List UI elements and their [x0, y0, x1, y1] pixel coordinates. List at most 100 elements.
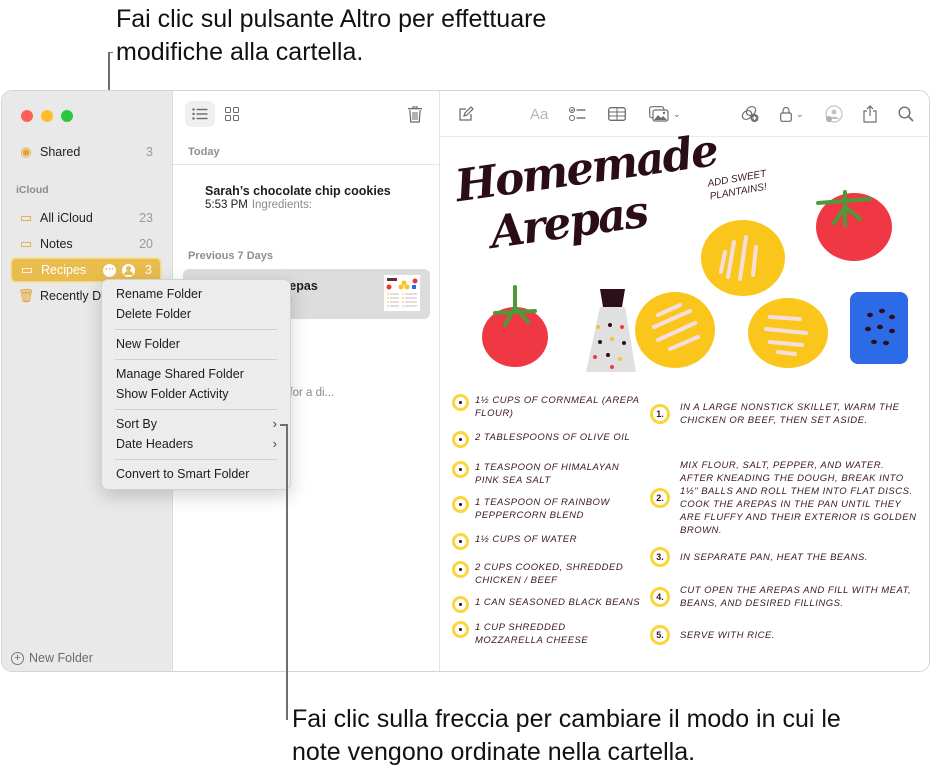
sidebar-item-notes[interactable]: ▭ Notes 20 [11, 232, 161, 256]
bullet-icon [452, 596, 469, 613]
ingredient-item: 1 teaspoon of Himalayan pink sea salt [452, 461, 645, 487]
trash-icon: 🗑 [17, 288, 35, 303]
step-item: 1. In a large nonstick skillet, warm the … [650, 401, 900, 427]
new-folder-label: New Folder [29, 651, 93, 665]
plus-circle-icon: + [11, 651, 24, 665]
more-button[interactable]: ··· [103, 263, 116, 277]
close-button[interactable] [21, 110, 33, 122]
search-icon[interactable] [898, 104, 914, 124]
ingredient-item: 1 cup shredded mozzarella cheese [452, 621, 615, 647]
section-header-today: Today [188, 146, 220, 158]
trash-icon [408, 105, 422, 123]
menu-item-new-folder[interactable]: New Folder [102, 334, 290, 354]
beans-can-drawing [850, 292, 908, 364]
note-thumbnail [383, 274, 421, 312]
folder-icon: ▭ [19, 236, 33, 251]
note-drawing [482, 190, 908, 372]
chevron-right-icon[interactable]: › [273, 414, 277, 434]
callout-sort-arrow: Fai clic sulla freccia per cambiare il m… [292, 705, 841, 766]
checklist-icon[interactable] [569, 104, 587, 124]
tomato-drawing [816, 190, 892, 261]
chevron-right-icon[interactable]: › [273, 434, 277, 454]
ingredient-item: 2 cups cooked, shredded chicken / beef [452, 561, 635, 587]
bullet-icon [452, 561, 469, 578]
shared-folder-icon: ▭ [20, 262, 34, 277]
menu-item-delete-folder[interactable]: Delete Folder [102, 304, 290, 324]
collaborate-icon[interactable] [740, 104, 760, 124]
bullet-icon [452, 394, 469, 411]
step-item: 4. Cut open the arepas and fill with meat… [650, 584, 920, 610]
window-controls [21, 110, 73, 122]
menu-item-manage-shared-folder[interactable]: Manage Shared Folder [102, 364, 290, 384]
sidebar-item-all-icloud[interactable]: ▭ All iCloud 23 [11, 206, 161, 230]
person-circle-icon: ◉ [20, 144, 32, 159]
note-time: 5:53 PM [205, 199, 248, 211]
new-folder-button[interactable]: + New Folder [11, 651, 93, 665]
format-icon[interactable]: Aa [530, 104, 548, 124]
grid-icon [225, 107, 239, 121]
shared-status-icon[interactable] [122, 263, 135, 277]
ingredient-item: 1½ cups of cornmeal (arepa flour) [452, 394, 645, 420]
list-view-button[interactable] [185, 101, 215, 127]
table-icon[interactable] [608, 104, 626, 124]
sidebar-item-shared[interactable]: ◉ Shared 3 [11, 140, 161, 164]
sidebar-item-label: All iCloud [40, 211, 93, 225]
step-text: In separate pan, heat the beans. [680, 551, 868, 563]
bullet-icon [452, 461, 469, 478]
lock-icon[interactable]: ⌄ [780, 104, 804, 124]
sidebar-item-label: Recipes [41, 263, 87, 277]
gallery-view-button[interactable] [217, 101, 247, 127]
menu-item-date-headers[interactable]: Date Headers › [102, 434, 290, 454]
callout-leader-line-bottom [286, 424, 288, 720]
menu-separator [115, 359, 277, 360]
callout-more-button: Fai clic sul pulsante Altro per effettua… [116, 5, 547, 66]
step-number: 1. [650, 404, 670, 424]
callout-leader-line-top-tick [108, 52, 113, 53]
ingredient-text: 1 teaspoon of rainbow peppercorn blend [475, 497, 610, 521]
sidebar-item-label: Shared [40, 145, 81, 159]
menu-separator [115, 459, 277, 460]
menu-item-rename-folder[interactable]: Rename Folder [102, 284, 290, 304]
menu-item-label: Date Headers [116, 437, 194, 451]
arepa-drawing [635, 292, 715, 368]
menu-item-show-folder-activity[interactable]: Show Folder Activity [102, 384, 290, 404]
folder-context-menu: Rename Folder Delete Folder New Folder M… [101, 279, 291, 490]
sidebar-item-count: 20 [139, 237, 153, 251]
media-icon[interactable]: ⌄ [649, 104, 681, 124]
step-text: Mix flour, salt, pepper, and water. Afte… [680, 460, 917, 536]
divider [173, 164, 439, 165]
menu-separator [115, 329, 277, 330]
step-number: 4. [650, 587, 670, 607]
activity-icon[interactable] [825, 104, 843, 124]
bullet-icon [452, 431, 469, 448]
sidebar-item-count: 23 [139, 211, 153, 225]
tomato-drawing [482, 285, 548, 367]
chevron-down-icon: ⌄ [673, 108, 681, 119]
list-icon [192, 108, 208, 120]
chevron-down-icon: ⌄ [796, 108, 804, 119]
ingredient-item: 1 teaspoon of rainbow peppercorn blend [452, 496, 645, 522]
ingredient-text: 1 cup shredded mozzarella cheese [475, 622, 589, 646]
minimize-button[interactable] [41, 110, 53, 122]
step-item: 5. Serve with rice. [650, 625, 880, 645]
zoom-button[interactable] [61, 110, 73, 122]
menu-item-convert-to-smart-folder[interactable]: Convert to Smart Folder [102, 464, 290, 484]
menu-separator [115, 409, 277, 410]
arepa-drawing [748, 298, 828, 368]
ingredient-text: 1½ cups of cornmeal (arepa flour) [475, 395, 640, 419]
share-icon[interactable] [863, 104, 877, 124]
ingredient-text: 2 cups cooked, shredded chicken / beef [475, 562, 624, 586]
step-number: 5. [650, 625, 670, 645]
delete-note-button[interactable] [400, 101, 430, 127]
bullet-icon [452, 533, 469, 550]
ingredient-item: 2 tablespoons of olive oil [452, 431, 665, 448]
folder-icon: ▭ [19, 210, 33, 225]
step-number: 3. [650, 547, 670, 567]
sidebar-item-count: 3 [145, 263, 152, 277]
compose-icon[interactable] [458, 104, 474, 124]
note-item-cookies[interactable]: Sarah’s chocolate chip cookies 5:53 PM In… [183, 179, 430, 221]
ingredient-item: 1½ cups of water [452, 533, 645, 550]
menu-item-sort-by[interactable]: Sort By › [102, 414, 290, 434]
arepa-drawing [701, 220, 785, 296]
section-header-previous-7-days: Previous 7 Days [188, 250, 273, 262]
